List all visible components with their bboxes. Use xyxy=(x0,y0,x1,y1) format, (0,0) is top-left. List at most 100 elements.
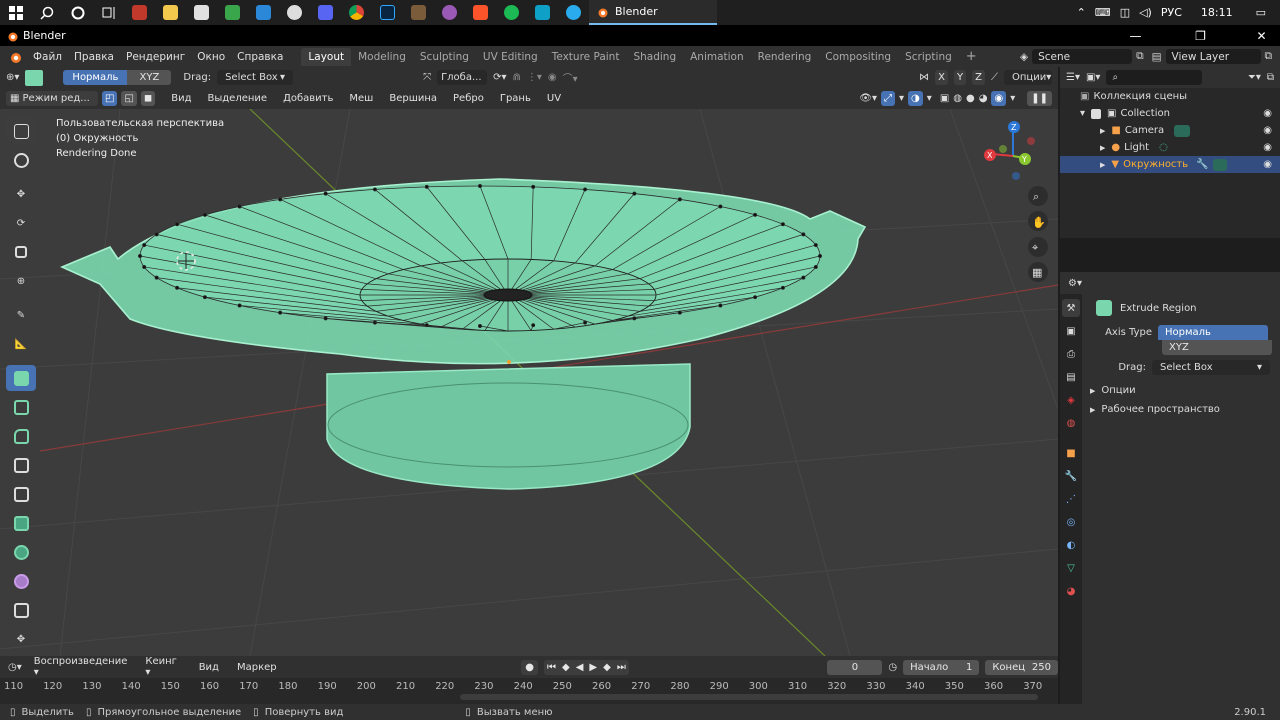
pause-render-icon[interactable]: ❚❚ xyxy=(1027,91,1052,106)
mesh-vertex[interactable] xyxy=(677,310,682,315)
tray-network-icon[interactable]: ◫ xyxy=(1120,6,1130,19)
close-button[interactable]: ✕ xyxy=(1243,29,1280,43)
timeline-ruler[interactable]: 110 120 130 140 150 160 170 180 190 200 210 220 230 2… xyxy=(0,678,1058,704)
mesh-vertex[interactable] xyxy=(718,303,723,308)
file-explorer-icon[interactable] xyxy=(155,0,186,25)
app-icon-4[interactable] xyxy=(310,0,341,25)
mesh-vertex[interactable] xyxy=(818,254,822,258)
tab-sculpting[interactable]: Sculpting xyxy=(413,48,476,66)
mesh-vertex[interactable] xyxy=(278,197,283,202)
keying-menu[interactable]: Кеинг ▾ xyxy=(139,656,186,678)
shading-rendered-icon[interactable]: ◉ xyxy=(991,91,1007,106)
material-tab-icon[interactable]: ◕ xyxy=(1062,582,1080,600)
mesh-vertex[interactable] xyxy=(323,316,328,321)
tab-animation[interactable]: Animation xyxy=(683,48,751,66)
visibility-icon[interactable]: 👁▾ xyxy=(859,93,877,104)
menu-file[interactable]: Файл xyxy=(27,51,68,63)
record-icon[interactable]: ● xyxy=(521,659,539,675)
outliner-editor-icon[interactable]: ☰▾ xyxy=(1066,72,1080,83)
mesh-vertex[interactable] xyxy=(424,184,429,189)
jump-start-icon[interactable]: ⏮ xyxy=(547,662,556,673)
menu-mesh[interactable]: Меш xyxy=(343,93,379,104)
mesh-vertex[interactable] xyxy=(478,324,482,328)
mesh-vertex[interactable] xyxy=(138,254,142,258)
brave-icon[interactable] xyxy=(465,0,496,25)
mail-icon[interactable] xyxy=(248,0,279,25)
spotify-icon[interactable] xyxy=(496,0,527,25)
object-tab-icon[interactable]: ■ xyxy=(1062,444,1080,462)
edge-select-icon[interactable]: ◱ xyxy=(121,91,137,106)
tab-layout[interactable]: Layout xyxy=(301,47,352,66)
extrude-region-tool-icon[interactable] xyxy=(6,365,36,391)
start-frame-field[interactable]: Начало 1 xyxy=(903,659,980,675)
xray-icon[interactable]: ▣ xyxy=(940,93,949,104)
view-layer-selector[interactable]: View Layer xyxy=(1165,49,1261,64)
render-tab-icon[interactable]: ▣ xyxy=(1062,322,1080,340)
expand-icon[interactable]: ▶ xyxy=(1100,161,1105,169)
telegram-icon[interactable] xyxy=(558,0,589,25)
mesh-vertex[interactable] xyxy=(531,184,536,189)
gizmo-toggle-icon[interactable]: ⤢ xyxy=(881,91,896,106)
menu-face[interactable]: Грань xyxy=(494,93,537,104)
xray-tool-icon[interactable]: ⟋ xyxy=(991,72,998,83)
outliner-display-icon[interactable]: ▣▾ xyxy=(1086,72,1100,83)
snap-icon[interactable]: ⋒ xyxy=(512,72,520,83)
navigation-gizmo[interactable]: Z X Y xyxy=(984,121,1035,180)
windows-start-icon[interactable] xyxy=(0,0,31,25)
menu-window[interactable]: Окно xyxy=(191,51,231,63)
face-select-icon[interactable]: ◼ xyxy=(140,91,156,106)
photoshop-icon[interactable] xyxy=(372,0,403,25)
tab-shading[interactable]: Shading xyxy=(626,48,683,66)
app-icon-1[interactable] xyxy=(124,0,155,25)
snap-settings-icon[interactable]: ⋮▾ xyxy=(527,72,542,83)
mesh-vertex[interactable] xyxy=(478,184,482,188)
world-tab-icon[interactable]: ◍ xyxy=(1062,414,1080,432)
visibility-eye-icon[interactable]: ◉ xyxy=(1263,159,1272,170)
mesh-vertex[interactable] xyxy=(780,285,785,290)
mirror-z-toggle[interactable]: Z xyxy=(972,70,985,85)
visibility-eye-icon[interactable]: ◉ xyxy=(1263,142,1272,153)
current-frame-field[interactable]: 0 xyxy=(827,659,883,675)
outliner-item-circle[interactable]: ▶ ▼ Окружность 🔧 ◉ xyxy=(1060,156,1280,173)
play-icon[interactable]: ▶ xyxy=(589,662,597,673)
spin-tool-icon[interactable] xyxy=(6,539,36,565)
particles-tab-icon[interactable]: ⋰ xyxy=(1062,490,1080,508)
tray-chevron-icon[interactable]: ⌃ xyxy=(1077,6,1086,19)
outliner-scene-collection[interactable]: ▣ Коллекция сцены xyxy=(1060,88,1280,105)
rotate-tool-icon[interactable]: ⟳ xyxy=(6,210,36,236)
playback-controls[interactable]: ⏮ ◆ ◀ ▶ ◆ ⏭ xyxy=(544,659,629,675)
filter-icon[interactable]: ⏷▾ xyxy=(1248,72,1261,83)
orientation-icon[interactable]: ⤧ xyxy=(423,72,431,83)
mirror-icon[interactable]: ⋈ xyxy=(919,72,929,83)
playback-menu[interactable]: Воспроизведение ▾ xyxy=(28,656,134,678)
add-workspace-icon[interactable]: + xyxy=(959,46,984,67)
shading-material-icon[interactable]: ◕ xyxy=(979,93,988,104)
drag-select[interactable]: Select Box ▾ xyxy=(217,70,294,85)
new-scene-icon[interactable]: ⧉ xyxy=(1136,50,1144,63)
app-icon-7[interactable] xyxy=(527,0,558,25)
scene-selector[interactable]: Scene xyxy=(1032,49,1133,64)
shrink-fatten-tool-icon[interactable]: ✥ xyxy=(6,626,36,652)
mesh-base[interactable] xyxy=(326,363,691,490)
cortana-icon[interactable] xyxy=(62,0,93,25)
app-icon-3[interactable] xyxy=(279,0,310,25)
tab-rendering[interactable]: Rendering xyxy=(751,48,819,66)
mesh-vertex[interactable] xyxy=(801,275,806,280)
modifier-tab-icon[interactable]: 🔧 xyxy=(1062,467,1080,485)
mesh-vertex[interactable] xyxy=(142,265,147,269)
new-collection-icon[interactable]: ⧉ xyxy=(1267,72,1274,83)
notifications-icon[interactable]: ▭ xyxy=(1256,6,1266,19)
mesh-vertex[interactable] xyxy=(813,265,818,269)
pivot-icon[interactable]: ⟳▾ xyxy=(493,72,506,83)
outliner-collection[interactable]: ▾ ▣ Collection ◉ xyxy=(1060,105,1280,122)
tray-language[interactable]: РУС xyxy=(1161,6,1182,19)
cursor-tool-icon[interactable] xyxy=(6,147,36,173)
mesh-vertex[interactable] xyxy=(813,243,818,247)
mesh-vertex[interactable] xyxy=(202,295,207,300)
app-icon-2[interactable] xyxy=(217,0,248,25)
proportional-edit-icon[interactable]: ◉ xyxy=(548,72,557,83)
app-icon-5[interactable] xyxy=(403,0,434,25)
timer-icon[interactable]: ◷ xyxy=(888,662,897,673)
mesh-vertex[interactable] xyxy=(531,323,536,328)
menu-vertex[interactable]: Вершина xyxy=(383,93,443,104)
